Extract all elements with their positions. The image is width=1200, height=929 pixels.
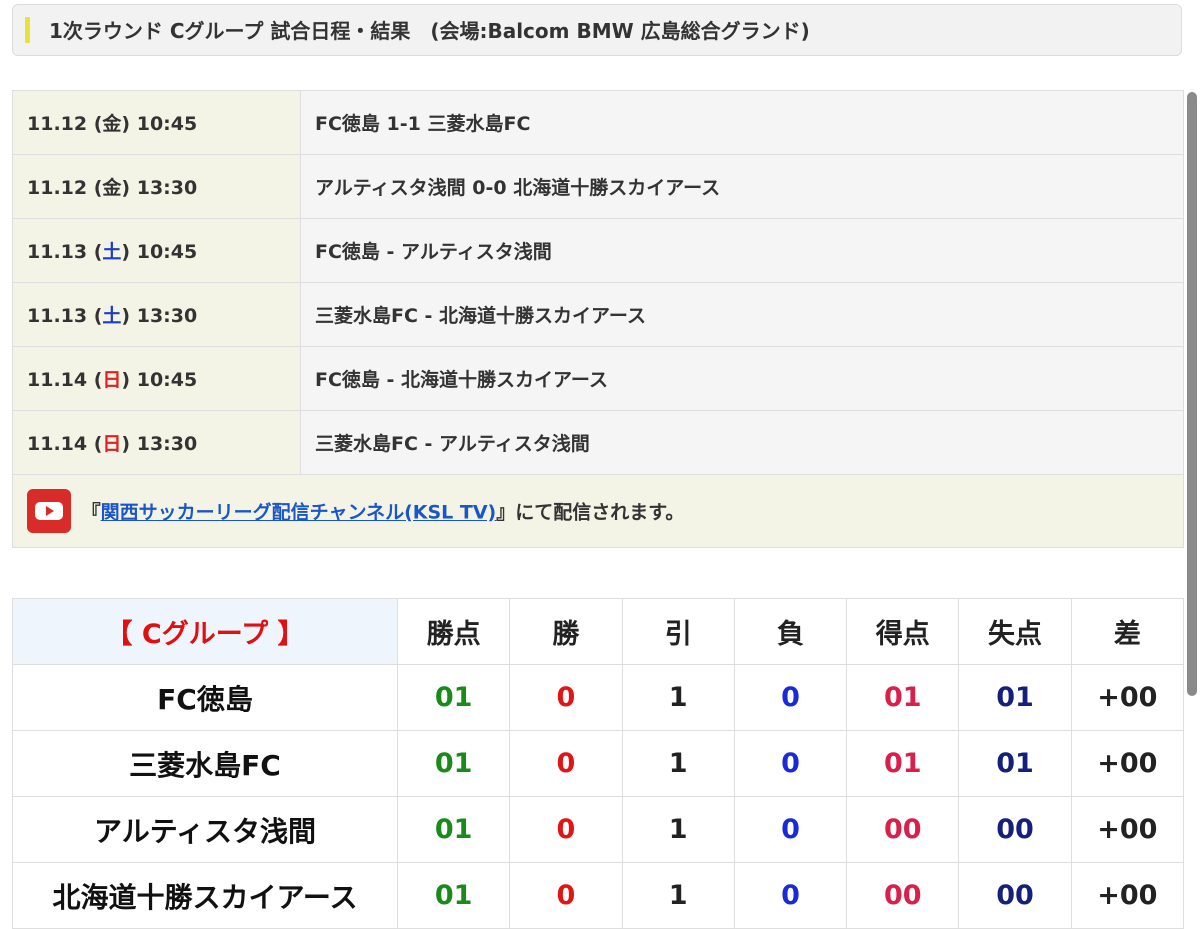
scrollbar[interactable] bbox=[1187, 92, 1197, 696]
standings-col-header: 得点 bbox=[846, 598, 960, 665]
team-name: FC徳島 bbox=[12, 664, 398, 731]
match-weekday: 金 bbox=[102, 177, 122, 199]
youtube-icon[interactable] bbox=[27, 489, 71, 533]
goal-diff-cell: +00 bbox=[1070, 664, 1185, 731]
standings-col-header: 勝点 bbox=[396, 598, 511, 665]
schedule-row: 11.14 (日) 10:45 FC徳島 - 北海道十勝スカイアース bbox=[12, 346, 1184, 411]
match-date: 11.13 ( bbox=[27, 305, 103, 327]
losses-cell: 0 bbox=[733, 664, 848, 731]
draws-cell: 1 bbox=[621, 862, 735, 929]
wins-cell: 0 bbox=[509, 862, 623, 929]
match-time: ) 13:30 bbox=[121, 177, 198, 199]
goals-against-cell: 01 bbox=[958, 730, 1072, 797]
match-time: ) 10:45 bbox=[121, 113, 198, 135]
standings-col-header: 失点 bbox=[958, 598, 1072, 665]
points-cell: 01 bbox=[396, 730, 511, 797]
match-datetime: 11.13 (土) 13:30 bbox=[12, 282, 301, 347]
standings-col-header: 勝 bbox=[509, 598, 623, 665]
goal-diff-cell: +00 bbox=[1070, 796, 1185, 863]
match-date: 11.12 ( bbox=[27, 113, 103, 135]
match-time: ) 13:30 bbox=[121, 433, 198, 455]
match-date: 11.14 ( bbox=[27, 433, 103, 455]
team-name: 三菱水島FC bbox=[12, 730, 398, 797]
match-time: ) 10:45 bbox=[121, 241, 198, 263]
team-name: アルティスタ浅間 bbox=[12, 796, 398, 863]
header-accent-bar bbox=[25, 17, 30, 43]
goals-for-cell: 01 bbox=[846, 730, 960, 797]
match-datetime: 11.14 (日) 13:30 bbox=[12, 410, 301, 475]
match-date: 11.14 ( bbox=[27, 369, 103, 391]
match-weekday: 日 bbox=[102, 433, 122, 455]
goals-against-cell: 01 bbox=[958, 664, 1072, 731]
goal-diff-cell: +00 bbox=[1070, 730, 1185, 797]
standings-col-header: 差 bbox=[1070, 598, 1185, 665]
match-weekday: 金 bbox=[102, 113, 122, 135]
points-cell: 01 bbox=[396, 796, 511, 863]
ksl-tv-link[interactable]: 関西サッカーリーグ配信チャンネル(KSL TV) bbox=[101, 502, 497, 524]
schedule-table: 11.12 (金) 10:45 FC徳島 1-1 三菱水島FC 11.12 (金) … bbox=[12, 90, 1184, 548]
goals-for-cell: 00 bbox=[846, 796, 960, 863]
wins-cell: 0 bbox=[509, 730, 623, 797]
goals-against-cell: 00 bbox=[958, 862, 1072, 929]
team-name: 北海道十勝スカイアース bbox=[12, 862, 398, 929]
points-cell: 01 bbox=[396, 862, 511, 929]
draws-cell: 1 bbox=[621, 664, 735, 731]
standings-table: 【 Cグループ 】 勝点勝引負得点 失点差 FC徳島 01 0 1 0 01 01 +00 三菱水… bbox=[12, 598, 1185, 929]
goals-for-cell: 00 bbox=[846, 862, 960, 929]
points-cell: 01 bbox=[396, 664, 511, 731]
match-weekday: 土 bbox=[102, 305, 122, 327]
match-weekday: 土 bbox=[102, 241, 122, 263]
page-title: 1次ラウンド Cグループ 試合日程・結果 (会場:Balcom BMW 広島総合… bbox=[49, 19, 810, 43]
group-label: 【 Cグループ 】 bbox=[12, 598, 398, 665]
standings-row: 三菱水島FC 01 0 1 0 01 01 +00 bbox=[12, 730, 1185, 797]
match-date: 11.12 ( bbox=[27, 177, 103, 199]
match-info: 三菱水島FC - アルティスタ浅間 bbox=[300, 410, 1184, 475]
match-info: FC徳島 - 北海道十勝スカイアース bbox=[300, 346, 1184, 411]
match-info: FC徳島 1-1 三菱水島FC bbox=[300, 90, 1184, 155]
stream-notice: 『関西サッカーリーグ配信チャンネル(KSL TV)』にて配信されます。 bbox=[12, 474, 1184, 548]
schedule-row: 11.13 (土) 13:30 三菱水島FC - 北海道十勝スカイアース bbox=[12, 282, 1184, 347]
standings-row: 北海道十勝スカイアース 01 0 1 0 00 00 +00 bbox=[12, 862, 1185, 929]
schedule-row: 11.14 (日) 13:30 三菱水島FC - アルティスタ浅間 bbox=[12, 410, 1184, 475]
match-info: FC徳島 - アルティスタ浅間 bbox=[300, 218, 1184, 283]
match-datetime: 11.12 (金) 10:45 bbox=[12, 90, 301, 155]
goals-against-cell: 00 bbox=[958, 796, 1072, 863]
standings-col-header: 引 bbox=[621, 598, 735, 665]
section-header: 1次ラウンド Cグループ 試合日程・結果 (会場:Balcom BMW 広島総合… bbox=[12, 4, 1182, 56]
match-datetime: 11.12 (金) 13:30 bbox=[12, 154, 301, 219]
wins-cell: 0 bbox=[509, 664, 623, 731]
goals-for-cell: 01 bbox=[846, 664, 960, 731]
losses-cell: 0 bbox=[733, 862, 848, 929]
notice-text: 『関西サッカーリーグ配信チャンネル(KSL TV)』にて配信されます。 bbox=[82, 502, 685, 524]
match-info: アルティスタ浅間 0-0 北海道十勝スカイアース bbox=[300, 154, 1184, 219]
goal-diff-cell: +00 bbox=[1070, 862, 1185, 929]
match-info: 三菱水島FC - 北海道十勝スカイアース bbox=[300, 282, 1184, 347]
match-datetime: 11.14 (日) 10:45 bbox=[12, 346, 301, 411]
draws-cell: 1 bbox=[621, 730, 735, 797]
losses-cell: 0 bbox=[733, 730, 848, 797]
notice-prefix: 『 bbox=[81, 501, 101, 524]
schedule-row: 11.13 (土) 10:45 FC徳島 - アルティスタ浅間 bbox=[12, 218, 1184, 283]
match-date: 11.13 ( bbox=[27, 241, 103, 263]
match-time: ) 10:45 bbox=[121, 369, 198, 391]
match-time: ) 13:30 bbox=[121, 305, 198, 327]
wins-cell: 0 bbox=[509, 796, 623, 863]
match-datetime: 11.13 (土) 10:45 bbox=[12, 218, 301, 283]
match-weekday: 日 bbox=[102, 369, 122, 391]
schedule-row: 11.12 (金) 13:30 アルティスタ浅間 0-0 北海道十勝スカイアース bbox=[12, 154, 1184, 219]
losses-cell: 0 bbox=[733, 796, 848, 863]
draws-cell: 1 bbox=[621, 796, 735, 863]
schedule-row: 11.12 (金) 10:45 FC徳島 1-1 三菱水島FC bbox=[12, 90, 1184, 155]
standings-row: アルティスタ浅間 01 0 1 0 00 00 +00 bbox=[12, 796, 1185, 863]
notice-suffix: 』にて配信されます。 bbox=[496, 501, 685, 524]
standings-row: FC徳島 01 0 1 0 01 01 +00 bbox=[12, 664, 1185, 731]
standings-col-header: 負 bbox=[733, 598, 848, 665]
